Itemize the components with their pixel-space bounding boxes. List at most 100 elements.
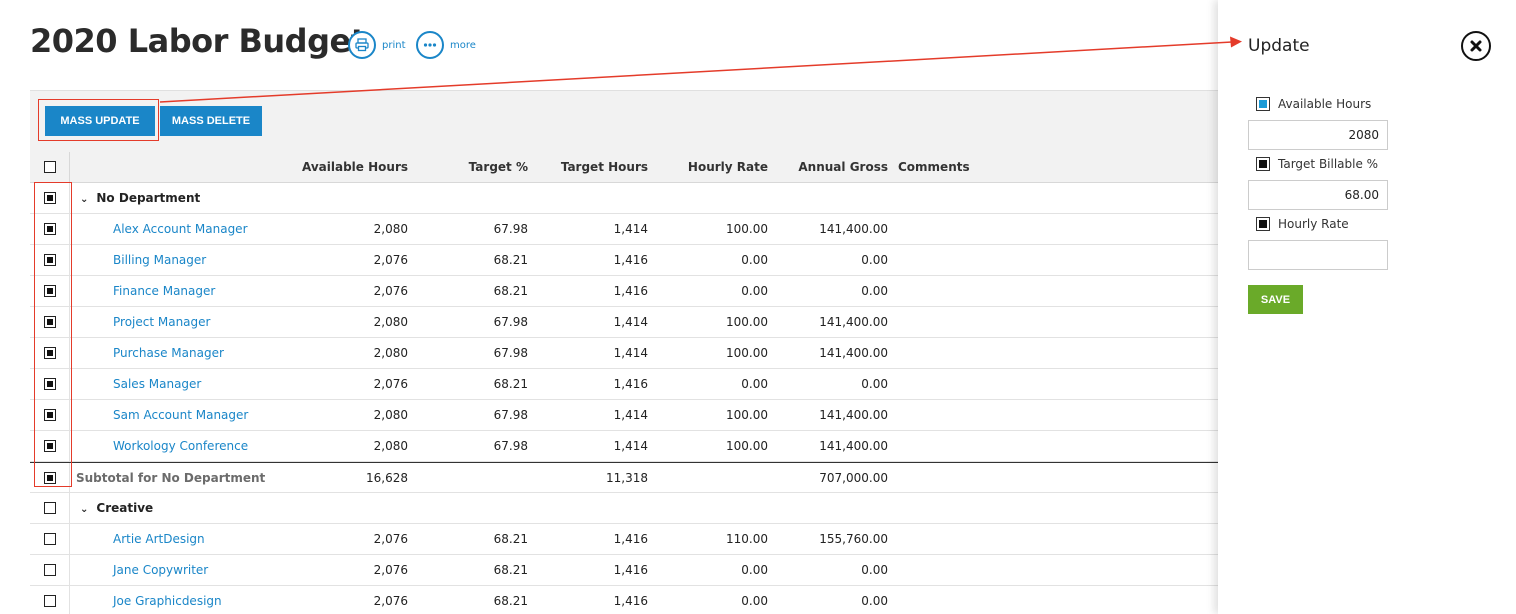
- target-pct-cell: 67.98: [493, 222, 528, 236]
- save-button[interactable]: SAVE: [1248, 285, 1303, 314]
- budget-table: Available Hours Target % Target Hours Ho…: [30, 152, 1218, 614]
- target-pct-cell: 68.21: [493, 253, 528, 267]
- subtotal-target-hours: 11,318: [606, 471, 648, 485]
- hourly-rate-cell: 100.00: [726, 408, 768, 422]
- employee-link[interactable]: Purchase Manager: [113, 338, 224, 368]
- group-checkbox[interactable]: [44, 502, 56, 514]
- target-hours-cell: 1,416: [613, 377, 648, 391]
- available-hours-cell: 2,080: [373, 222, 408, 236]
- column-header-available-hours[interactable]: Available Hours: [280, 152, 408, 182]
- annual-gross-cell: 0.00: [861, 377, 888, 391]
- available-hours-cell: 2,080: [373, 346, 408, 360]
- table-row[interactable]: Artie ArtDesign 2,076 68.21 1,416 110.00…: [30, 524, 1218, 555]
- table-row[interactable]: Project Manager 2,080 67.98 1,414 100.00…: [30, 307, 1218, 338]
- chevron-down-icon[interactable]: ⌄: [80, 495, 88, 525]
- hourly-rate-checkbox[interactable]: [1256, 217, 1270, 231]
- hourly-rate-cell: 0.00: [741, 253, 768, 267]
- hourly-rate-input[interactable]: [1248, 240, 1388, 270]
- available-hours-label: Available Hours: [1278, 97, 1372, 111]
- more-label[interactable]: more: [450, 40, 476, 51]
- column-header-comments[interactable]: Comments: [898, 152, 1098, 182]
- close-icon[interactable]: [1461, 31, 1491, 61]
- target-pct-cell: 68.21: [493, 377, 528, 391]
- available-hours-cell: 2,080: [373, 408, 408, 422]
- chevron-down-icon[interactable]: ⌄: [80, 185, 88, 215]
- table-row[interactable]: Jane Copywriter 2,076 68.21 1,416 0.00 0…: [30, 555, 1218, 586]
- employee-link[interactable]: Artie ArtDesign: [113, 524, 205, 554]
- target-hours-cell: 1,414: [613, 439, 648, 453]
- target-pct-cell: 68.21: [493, 563, 528, 577]
- column-header-target-pct[interactable]: Target %: [428, 152, 528, 182]
- available-hours-cell: 2,076: [373, 532, 408, 546]
- annual-gross-cell: 155,760.00: [819, 532, 888, 546]
- more-icon[interactable]: [416, 31, 444, 59]
- target-hours-cell: 1,414: [613, 315, 648, 329]
- available-hours-checkbox[interactable]: [1256, 97, 1270, 111]
- annual-gross-cell: 0.00: [861, 253, 888, 267]
- print-label[interactable]: print: [382, 40, 406, 51]
- update-panel-title: Update: [1248, 36, 1310, 56]
- group-row-creative[interactable]: ⌄ Creative: [30, 493, 1218, 524]
- table-row[interactable]: Billing Manager 2,076 68.21 1,416 0.00 0…: [30, 245, 1218, 276]
- table-row[interactable]: Sales Manager 2,076 68.21 1,416 0.00 0.0…: [30, 369, 1218, 400]
- target-billable-label: Target Billable %: [1278, 157, 1379, 171]
- employee-link[interactable]: Alex Account Manager: [113, 214, 248, 244]
- target-hours-cell: 1,416: [613, 594, 648, 608]
- target-pct-cell: 68.21: [493, 284, 528, 298]
- annual-gross-cell: 0.00: [861, 563, 888, 577]
- checkbox-column-highlight: [34, 182, 72, 487]
- target-hours-cell: 1,416: [613, 563, 648, 577]
- employee-link[interactable]: Sam Account Manager: [113, 400, 248, 430]
- table-row[interactable]: Purchase Manager 2,080 67.98 1,414 100.0…: [30, 338, 1218, 369]
- target-billable-checkbox[interactable]: [1256, 157, 1270, 171]
- print-icon[interactable]: [348, 31, 376, 59]
- employee-link[interactable]: Joe Graphicdesign: [113, 586, 222, 614]
- target-billable-input[interactable]: [1248, 180, 1388, 210]
- print-action[interactable]: print: [348, 31, 406, 59]
- employee-link[interactable]: Finance Manager: [113, 276, 215, 306]
- annual-gross-cell: 141,400.00: [819, 408, 888, 422]
- page-title: 2020 Labor Budget: [30, 22, 366, 60]
- table-row[interactable]: Sam Account Manager 2,080 67.98 1,414 10…: [30, 400, 1218, 431]
- mass-action-toolbar: MASS UPDATE MASS DELETE: [30, 90, 1218, 152]
- hourly-rate-cell: 100.00: [726, 346, 768, 360]
- row-checkbox[interactable]: [44, 533, 56, 545]
- subtotal-label: Subtotal for No Department: [76, 471, 266, 485]
- table-row[interactable]: Workology Conference 2,080 67.98 1,414 1…: [30, 431, 1218, 462]
- hourly-rate-cell: 0.00: [741, 594, 768, 608]
- group-name: No Department: [96, 191, 201, 205]
- table-row[interactable]: Alex Account Manager 2,080 67.98 1,414 1…: [30, 214, 1218, 245]
- target-hours-cell: 1,416: [613, 532, 648, 546]
- target-pct-cell: 67.98: [493, 408, 528, 422]
- annual-gross-cell: 141,400.00: [819, 439, 888, 453]
- select-all-checkbox[interactable]: [44, 161, 56, 173]
- target-pct-cell: 68.21: [493, 594, 528, 608]
- column-header-hourly-rate[interactable]: Hourly Rate: [658, 152, 768, 182]
- hourly-rate-cell: 110.00: [726, 532, 768, 546]
- table-row[interactable]: Finance Manager 2,076 68.21 1,416 0.00 0…: [30, 276, 1218, 307]
- row-checkbox[interactable]: [44, 564, 56, 576]
- available-hours-cell: 2,076: [373, 594, 408, 608]
- employee-link[interactable]: Sales Manager: [113, 369, 201, 399]
- available-hours-cell: 2,080: [373, 315, 408, 329]
- target-pct-cell: 68.21: [493, 532, 528, 546]
- more-action[interactable]: more: [416, 31, 476, 59]
- row-checkbox[interactable]: [44, 595, 56, 607]
- hourly-rate-cell: 0.00: [741, 563, 768, 577]
- employee-link[interactable]: Jane Copywriter: [113, 555, 208, 585]
- target-hours-cell: 1,416: [613, 253, 648, 267]
- column-header-target-hours[interactable]: Target Hours: [538, 152, 648, 182]
- hourly-rate-cell: 0.00: [741, 377, 768, 391]
- employee-link[interactable]: Billing Manager: [113, 245, 206, 275]
- subtotal-row: Subtotal for No Department 16,628 11,318…: [30, 462, 1218, 493]
- annual-gross-cell: 141,400.00: [819, 346, 888, 360]
- available-hours-input[interactable]: [1248, 120, 1388, 150]
- employee-link[interactable]: Workology Conference: [113, 431, 248, 461]
- group-row-no-department[interactable]: ⌄ No Department: [30, 183, 1218, 214]
- column-header-annual-gross[interactable]: Annual Gross: [778, 152, 888, 182]
- mass-delete-button[interactable]: MASS DELETE: [160, 106, 262, 136]
- table-row[interactable]: Joe Graphicdesign 2,076 68.21 1,416 0.00…: [30, 586, 1218, 614]
- target-pct-cell: 67.98: [493, 439, 528, 453]
- annual-gross-cell: 0.00: [861, 284, 888, 298]
- employee-link[interactable]: Project Manager: [113, 307, 210, 337]
